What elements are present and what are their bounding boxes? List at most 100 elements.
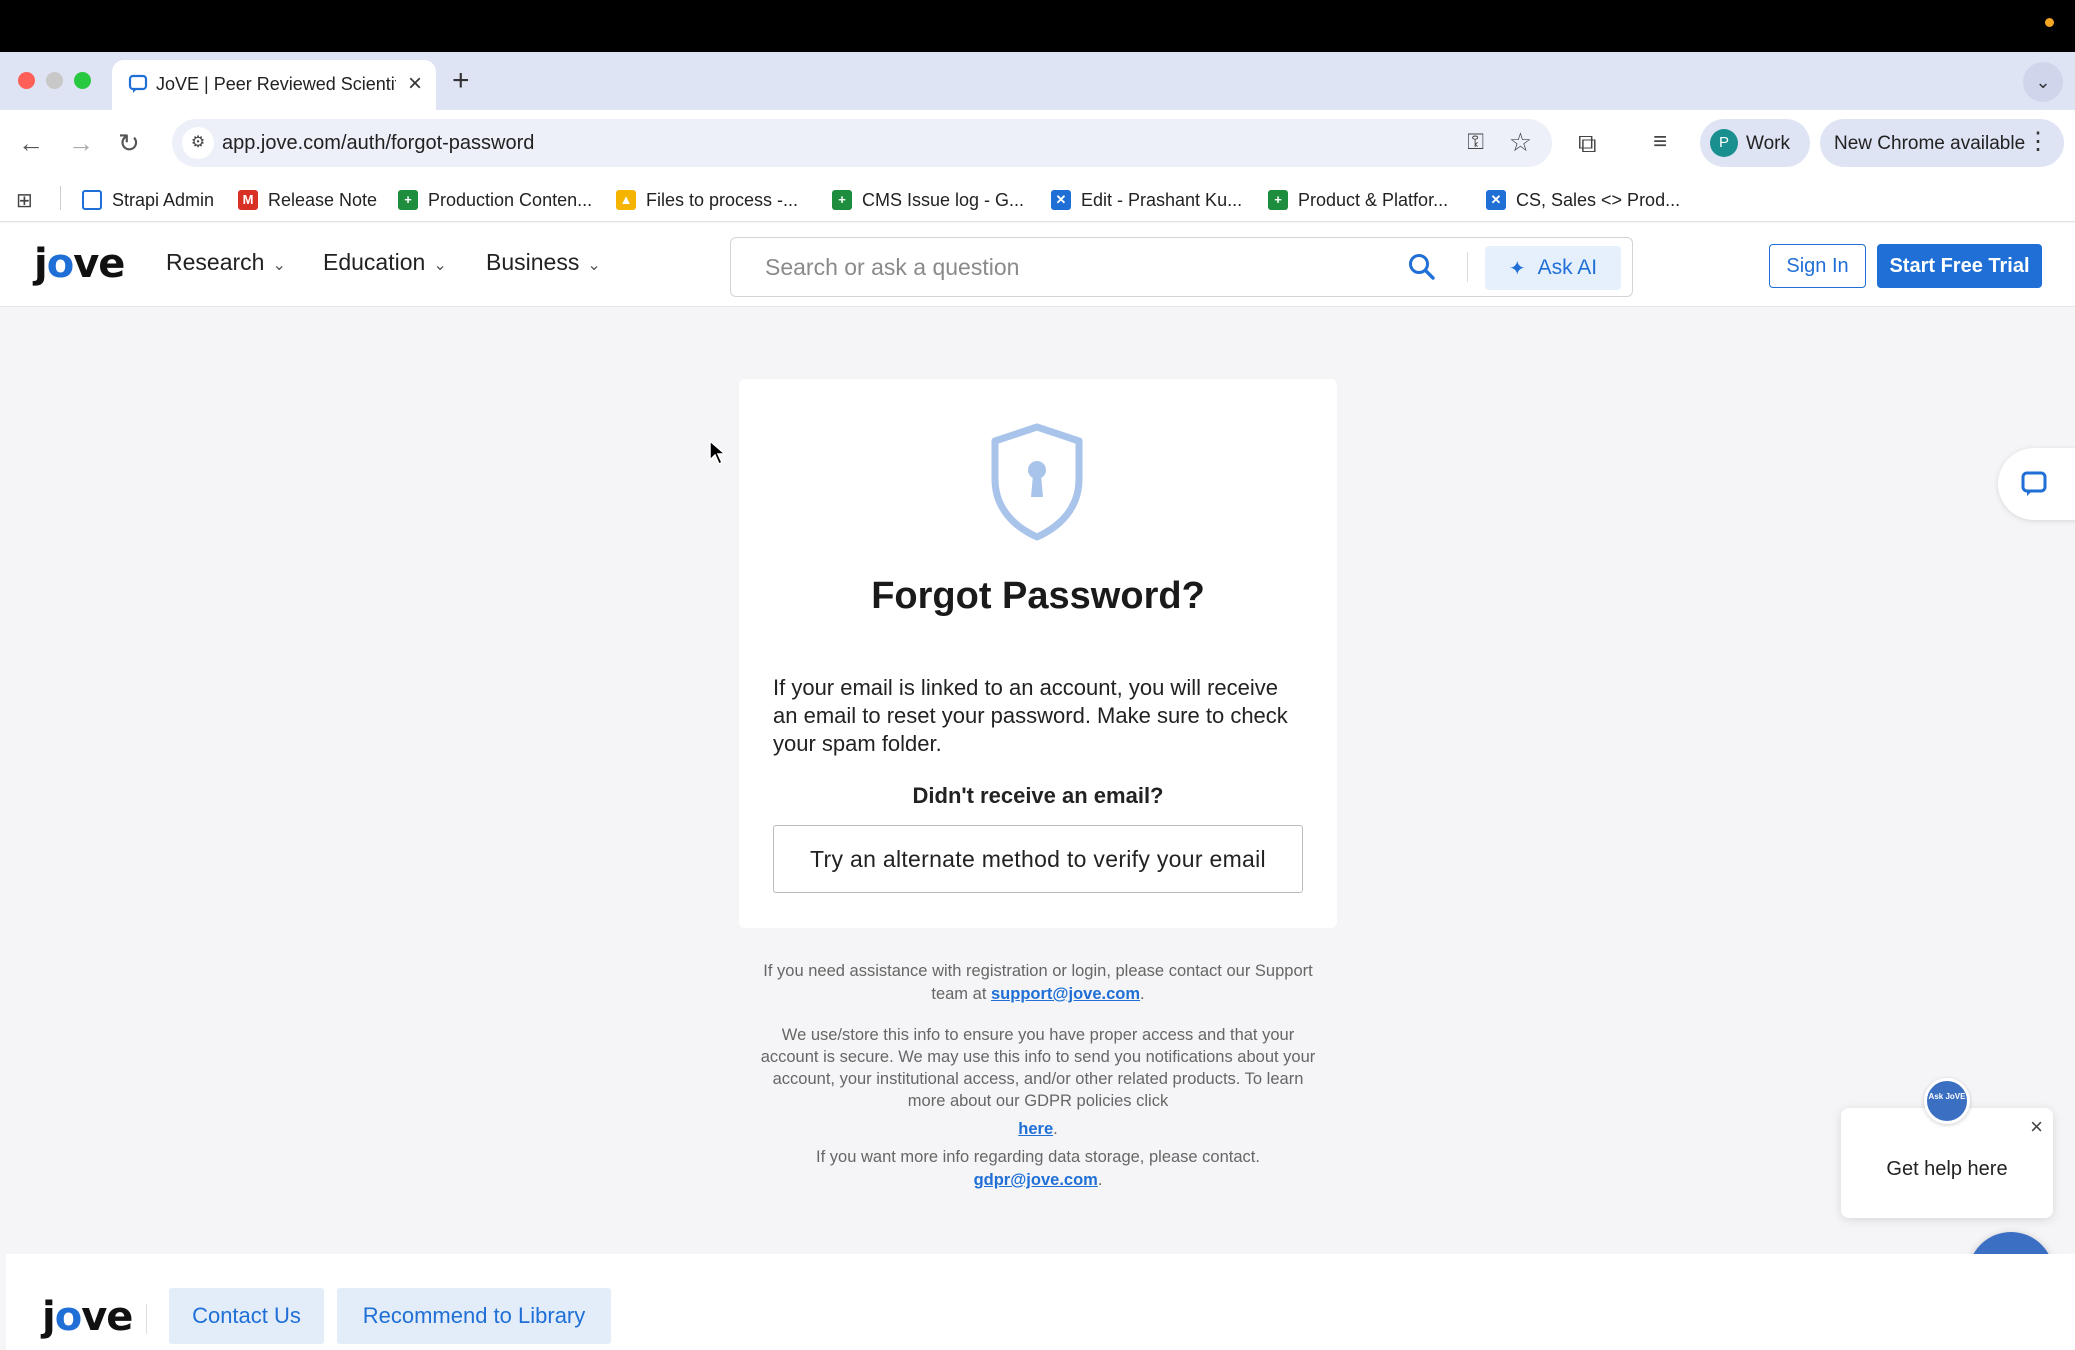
- search-input[interactable]: [765, 250, 1325, 284]
- bookmark-label: Strapi Admin: [112, 189, 215, 210]
- didnt-receive-heading: Didn't receive an email?: [912, 783, 1164, 808]
- forward-icon[interactable]: →: [68, 128, 94, 159]
- bookmark-label: Edit - Prashant Ku...: [1081, 189, 1243, 210]
- gdpr-here-link[interactable]: here: [1018, 1120, 1053, 1138]
- logo-letter: j: [34, 241, 48, 287]
- sheets-icon: +: [398, 190, 418, 210]
- back-icon[interactable]: ←: [18, 128, 44, 159]
- get-help-label[interactable]: Get help here: [1841, 1158, 2053, 1181]
- contact-us-button[interactable]: Contact Us: [169, 1288, 324, 1344]
- bookmark-label: Production Conten...: [428, 189, 593, 210]
- drive-icon: ▲: [616, 190, 636, 210]
- logo-letter: o: [46, 241, 75, 287]
- browser-tab[interactable]: JoVE | Peer Reviewed Scientific ×: [112, 60, 436, 110]
- sign-in-button[interactable]: Sign In: [1769, 244, 1866, 288]
- bookmark-label: CS, Sales <> Prod...: [1516, 189, 1681, 210]
- password-key-icon[interactable]: ⚿: [1467, 129, 1484, 155]
- browser-toolbar: ← → ↻ ⚙ app.jove.com/auth/forgot-passwor…: [0, 110, 2075, 176]
- storage-info: If you want more info regarding data sto…: [816, 1148, 1260, 1189]
- bookmark-item[interactable]: ✕ Edit - Prashant Ku...: [1051, 188, 1242, 212]
- sparkle-icon: ✦: [1508, 257, 1526, 280]
- footer-divider: [146, 1304, 147, 1334]
- profile-label: Work: [1746, 133, 1790, 154]
- reload-icon[interactable]: ↻: [118, 128, 140, 159]
- nav-label: Education: [323, 249, 426, 275]
- minimize-window-button[interactable]: [46, 72, 63, 89]
- logo-letters: ve: [73, 241, 125, 287]
- footer-jove-logo[interactable]: jove: [42, 1294, 133, 1340]
- gdpr-email-link[interactable]: gdpr@jove.com: [974, 1171, 1098, 1189]
- forgot-password-card: Forgot Password? If your email is linked…: [739, 379, 1337, 928]
- nav-business[interactable]: Business ⌄: [486, 249, 601, 276]
- url-text[interactable]: app.jove.com/auth/forgot-password: [222, 132, 534, 155]
- search-divider: [1467, 252, 1468, 282]
- site-footer: jove Contact Us Recommend to Library: [6, 1254, 2075, 1350]
- jove-logo[interactable]: jove: [34, 241, 125, 287]
- bookmark-item[interactable]: + Production Conten...: [398, 188, 592, 212]
- page-title: Forgot Password?: [871, 575, 1205, 617]
- recommend-library-button[interactable]: Recommend to Library: [337, 1288, 611, 1344]
- profile-avatar: P: [1710, 129, 1738, 157]
- chrome-update-button[interactable]: New Chrome available ⋮: [1820, 119, 2064, 167]
- media-control-icon[interactable]: ≡: [1653, 128, 1667, 156]
- sheets-icon: +: [832, 190, 852, 210]
- storage-text: If you want more info regarding data sto…: [816, 1148, 1260, 1166]
- ask-ai-button[interactable]: ✦ Ask AI: [1485, 246, 1621, 290]
- nav-label: Research: [166, 249, 265, 275]
- bookmark-label: CMS Issue log - G...: [862, 189, 1025, 210]
- site-search: ✦ Ask AI: [730, 237, 1633, 297]
- apps-grid-icon[interactable]: ⊞: [16, 188, 33, 213]
- mouse-cursor-icon: [709, 440, 727, 466]
- chrome-update-label: New Chrome available: [1834, 133, 2026, 154]
- support-email-link[interactable]: support@jove.com: [991, 985, 1140, 1003]
- search-icon[interactable]: [1407, 252, 1437, 282]
- profile-button[interactable]: P Work: [1700, 119, 1810, 167]
- bookmark-item[interactable]: + CMS Issue log - G...: [832, 188, 1024, 212]
- chevron-down-icon: ⌄: [272, 257, 286, 274]
- site-info-icon[interactable]: ⚙: [182, 127, 214, 159]
- site-header: jove Research ⌄ Education ⌄ Business ⌄ ✦ Ask…: [0, 223, 2075, 307]
- nav-education[interactable]: Education ⌄: [323, 249, 447, 276]
- tab-title: JoVE | Peer Reviewed Scientific: [156, 74, 396, 94]
- nav-label: Business: [486, 249, 580, 275]
- confluence-icon: ✕: [1486, 190, 1506, 210]
- tab-close-icon[interactable]: ×: [408, 70, 422, 98]
- bookmark-item[interactable]: Strapi Admin: [82, 188, 214, 212]
- address-bar[interactable]: ⚙ app.jove.com/auth/forgot-password ⚿ ☆: [172, 119, 1552, 167]
- recording-indicator-icon: [2045, 18, 2054, 27]
- tab-search-button[interactable]: ⌄: [2023, 62, 2063, 102]
- bookmark-star-icon[interactable]: ☆: [1509, 127, 1532, 158]
- new-tab-button[interactable]: +: [452, 64, 470, 98]
- ask-jove-avatar[interactable]: Ask JoVE: [1924, 1078, 1970, 1124]
- close-window-button[interactable]: [18, 72, 35, 89]
- gdpr-info: We use/store this info to ensure you hav…: [760, 1026, 1316, 1138]
- chrome-menu-icon[interactable]: ⋮: [2026, 127, 2050, 156]
- chat-icon: [82, 190, 102, 210]
- help-popup: × Get help here: [1841, 1108, 2053, 1218]
- nav-research[interactable]: Research ⌄: [166, 249, 286, 276]
- bookmarks-bar: ⊞ Strapi Admin M Release Note + Production…: [0, 176, 2075, 222]
- support-info: If you need assistance with registration…: [763, 962, 1313, 1003]
- bookmarks-divider: [60, 186, 61, 210]
- start-free-trial-button[interactable]: Start Free Trial: [1877, 244, 2042, 288]
- alternate-verify-button[interactable]: Try an alternate method to verify your e…: [773, 825, 1303, 893]
- logo-letters: ve: [81, 1294, 133, 1340]
- maximize-window-button[interactable]: [74, 72, 91, 89]
- bookmark-label: Files to process -...: [646, 189, 799, 210]
- extensions-icon[interactable]: ⧉: [1578, 128, 1597, 160]
- logo-letter: j: [42, 1294, 56, 1340]
- chevron-down-icon: ⌄: [587, 257, 601, 274]
- bookmark-item[interactable]: ✕ CS, Sales <> Prod...: [1486, 188, 1680, 212]
- bookmark-item[interactable]: + Product & Platfor...: [1268, 188, 1448, 212]
- chat-bubble-icon: [2021, 471, 2047, 496]
- bookmark-item[interactable]: M Release Note: [238, 188, 377, 212]
- gmail-icon: M: [238, 190, 258, 210]
- bookmark-label: Release Note: [268, 189, 378, 210]
- logo-letter: o: [54, 1294, 83, 1340]
- close-icon[interactable]: ×: [2030, 1114, 2043, 1140]
- bookmark-item[interactable]: ▲ Files to process -...: [616, 188, 798, 212]
- bookmark-label: Product & Platfor...: [1298, 189, 1449, 210]
- ask-ai-label: Ask AI: [1537, 256, 1598, 279]
- feedback-tab[interactable]: [1998, 448, 2075, 520]
- jove-favicon-icon: [128, 74, 148, 93]
